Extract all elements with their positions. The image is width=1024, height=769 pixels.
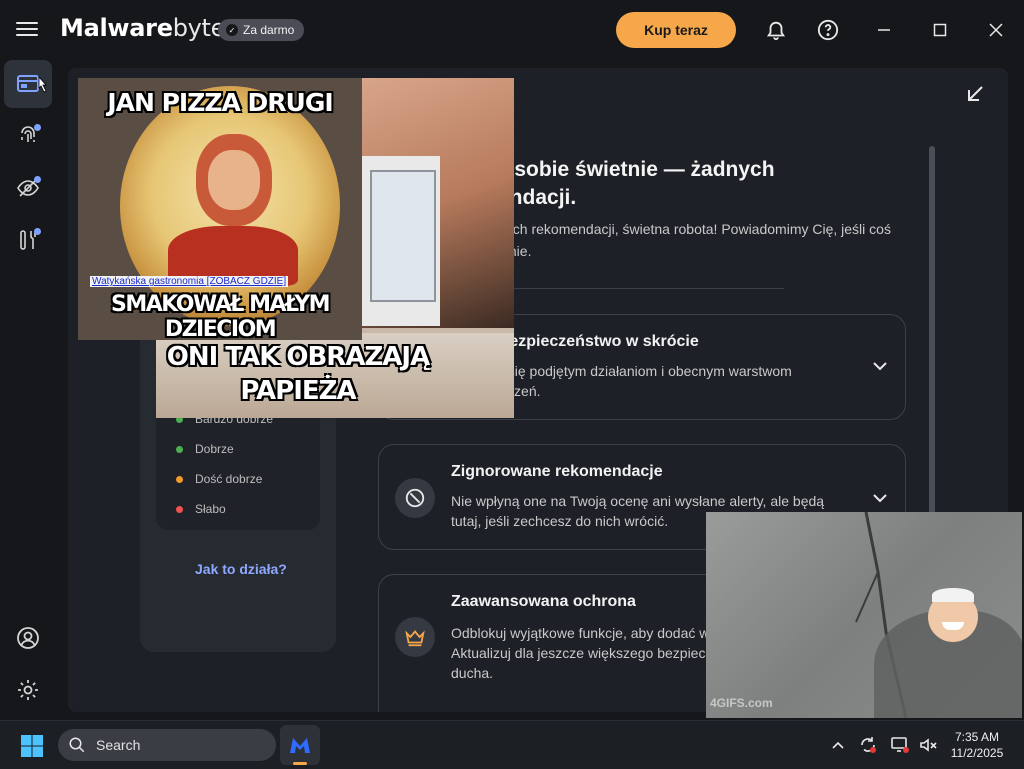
legend-dot	[176, 505, 183, 513]
buy-now-button[interactable]: Kup teraz	[616, 12, 736, 48]
menu-icon[interactable]	[16, 18, 38, 38]
plan-badge: ✓ Za darmo	[218, 19, 305, 41]
sidebar-item-scanner[interactable]	[4, 112, 52, 160]
search-icon	[69, 737, 85, 753]
user-icon	[17, 627, 39, 649]
block-icon	[395, 478, 435, 518]
network-icon[interactable]	[890, 735, 910, 755]
sidebar-item-tools[interactable]	[4, 216, 52, 264]
meme-bottom-caption: SMAKOWAŁ MAŁYM DZIECIOM	[110, 292, 331, 340]
chevron-up-icon[interactable]	[828, 735, 848, 755]
minimize-icon[interactable]	[872, 18, 896, 42]
notification-dot	[34, 124, 41, 131]
help-icon[interactable]	[816, 18, 840, 42]
check-icon: ✓	[226, 24, 238, 36]
taskbar-app-malwarebytes[interactable]	[280, 725, 320, 765]
bell-icon[interactable]	[764, 18, 788, 42]
legend-item: Słabo	[176, 502, 226, 516]
gear-icon	[18, 680, 38, 700]
gif-watermark: 4GIFS.com	[710, 696, 773, 710]
legend-dot	[176, 445, 183, 453]
card-title: Zaawansowana ochrona	[451, 593, 636, 610]
card-description: Odblokuj wyjątkowe funkcje, aby dodać w …	[451, 625, 710, 681]
taskbar-clock[interactable]: 7:35 AM 11/2/2025	[944, 729, 1010, 761]
meme-link[interactable]: Watykańska gastronomia [ZOBACZ GDZIE]	[90, 276, 289, 287]
divider	[498, 288, 784, 289]
card-title: Zignorowane rekomendacje	[451, 463, 663, 480]
title-bar: Malwarebytes ✓ Za darmo Kup teraz	[0, 0, 1024, 58]
windows-start-icon[interactable]	[20, 734, 44, 758]
crown-icon	[395, 617, 435, 657]
page-subtext: nych rekomendacji, świetna robota! Powia…	[498, 221, 891, 259]
notification-dot	[34, 228, 41, 235]
meme-top-caption: JAN PIZZA DRUGI	[107, 88, 333, 117]
sidebar	[0, 58, 56, 720]
active-indicator	[293, 762, 307, 765]
collapse-icon[interactable]	[963, 82, 987, 106]
close-icon[interactable]	[984, 18, 1008, 42]
notification-dot	[34, 176, 41, 183]
page-heading: z sobie świetnie — żadnych endacji.	[498, 158, 775, 209]
malwarebytes-icon	[290, 738, 310, 753]
sidebar-item-settings[interactable]	[4, 666, 52, 714]
gif-image: 4GIFS.com	[706, 512, 1022, 718]
sidebar-item-dashboard[interactable]	[4, 60, 52, 108]
maximize-icon[interactable]	[928, 18, 952, 42]
chevron-down-icon[interactable]	[871, 357, 889, 375]
legend-item: Dobrze	[176, 442, 234, 456]
chevron-down-icon[interactable]	[871, 489, 889, 507]
cursor-icon	[38, 76, 47, 93]
legend-item: Dość dobrze	[176, 472, 262, 486]
pizza-meme-image: JAN PIZZA DRUGI Watykańska gastronomia […	[78, 78, 362, 340]
taskbar: Search 7:35 AM 11/2/2025	[0, 720, 1024, 769]
update-icon[interactable]	[858, 735, 878, 755]
legend-dot	[176, 475, 183, 483]
meme-caption: ONI TAK OBRAZAJĄ PAPIEŻA	[166, 342, 430, 406]
volume-muted-icon[interactable]	[918, 735, 938, 755]
app-logo: Malwarebytes	[60, 14, 238, 42]
sidebar-item-privacy[interactable]	[4, 164, 52, 212]
how-it-works-link[interactable]: Jak to działa?	[195, 561, 287, 577]
taskbar-search[interactable]: Search	[58, 729, 276, 761]
sidebar-item-account[interactable]	[4, 614, 52, 662]
